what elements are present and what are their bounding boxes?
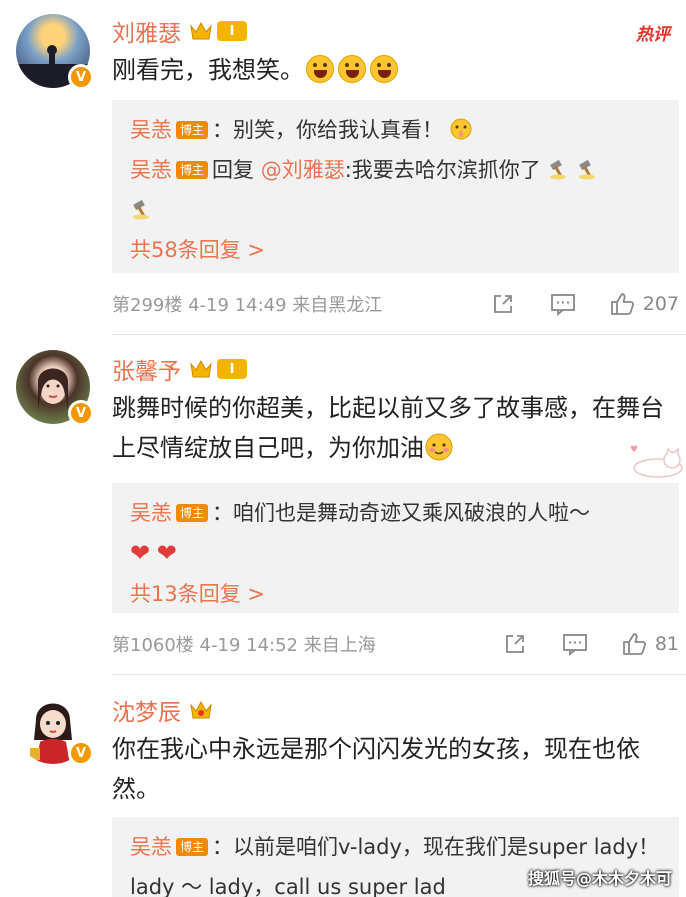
hot-comment-tag: 热评 [636,25,670,45]
floor-number: 第1060楼 [112,635,194,656]
laugh-emoji-icon [306,55,334,83]
gavel-emoji-icon [579,159,596,180]
level-badge: I [217,359,247,379]
comment-location: 来自上海 [303,635,376,656]
gavel-emoji-icon [550,159,567,180]
avatar[interactable]: V [16,690,94,766]
reply-user[interactable]: 吴恙 [130,118,172,142]
blogger-badge: 博主 [176,121,209,139]
blogger-badge: 博主 [176,838,209,856]
comment-date: 4-19 14:52 [199,635,298,656]
laugh-emoji-icon [370,55,398,83]
crown-icon [190,21,212,40]
like-icon [610,293,634,315]
divider [112,334,686,335]
reply-text: :我要去哈尔滨抓你了 [344,158,541,182]
verified-v-icon: V [68,64,94,90]
reply-word: 回复 [212,158,255,182]
reply-item[interactable]: 吴恙 博主 回复 @刘雅瑟:我要去哈尔滨抓你了 [130,150,661,230]
like-button[interactable]: 81 [621,631,679,657]
comment-text-body: 跳舞时候的你超美，比起以前又多了故事感，在舞台上尽情绽放自己吧，为你加油 [112,394,664,462]
reply-separator: ： [212,501,234,525]
verified-v-icon: V [68,740,94,766]
level-badge: I [217,21,247,41]
reply-text: 别笑，你给我认真看！ [233,118,444,142]
cat-sticker-icon: ♥ [630,445,683,478]
action-bar: 81 [469,630,679,658]
comment-icon[interactable] [549,290,577,318]
floor-number: 第299楼 [112,295,183,316]
like-count: 81 [654,633,679,655]
comment-text-body: 刚看完，我想笑。 [112,56,304,84]
comment-date: 4-19 14:49 [188,295,287,316]
reply-user[interactable]: 吴恙 [130,835,172,859]
mention-link[interactable]: @刘雅瑟 [261,158,345,182]
reply-box: 吴恙 博主 ：别笑，你给我认真看！ 吴恙 博主 回复 @刘雅瑟:我要去哈尔滨抓你了 共5… [112,100,679,273]
blogger-badge: 博主 [176,504,209,522]
laugh-emoji-icon [338,55,366,83]
comment-text: 你在我心中永远是那个闪闪发光的女孩，现在也依然。 [112,735,640,803]
svg-text:♥: ♥ [630,445,638,455]
blogger-badge: 博主 [176,161,209,179]
divider [112,674,686,675]
user-name[interactable]: 张馨予 [112,352,181,386]
comment-info: 第299楼 4-19 14:49 来自黑龙江 [112,291,457,317]
reply-box: 吴恙 博主 ：咱们也是舞动奇迹又乘风破浪的人啦～ ❤ ❤ 共13条回复 > [112,483,679,613]
avatar[interactable]: V [16,350,94,426]
comment-meta: 第1060楼 4-19 14:52 来自上海 81 [112,628,679,660]
comment-icon[interactable] [561,630,589,658]
shy-emoji-icon [425,433,453,461]
reply-separator: ： [212,118,234,142]
verified-v-icon: V [68,400,94,426]
user-name[interactable]: 沈梦辰 [112,693,181,727]
reply-separator: ： [212,835,234,859]
heart-emoji-icon: ❤ [130,539,151,567]
watermark: 搜狐号@木木夕木可 [527,869,672,888]
action-bar: 207 [457,290,679,318]
reply-user[interactable]: 吴恙 [130,501,172,525]
comment-location: 来自黑龙江 [292,295,383,316]
user-name[interactable]: 刘雅瑟 [112,14,181,48]
more-replies-link[interactable]: 共13条回复 > [130,574,661,614]
reply-item[interactable]: 吴恙 博主 ：别笑，你给我认真看！ [130,110,661,150]
crown-icon [190,359,212,378]
heart-emoji-icon: ❤ [156,539,177,567]
reply-item[interactable]: 吴恙 博主 ：咱们也是舞动奇迹又乘风破浪的人啦～ ❤ ❤ [130,493,661,574]
comment-info: 第1060楼 4-19 14:52 来自上海 [112,631,469,657]
comment-text: 跳舞时候的你超美，比起以前又多了故事感，在舞台上尽情绽放自己吧，为你加油 [112,388,672,468]
gavel-emoji-icon [133,199,149,220]
crown-icon [190,700,212,719]
reply-text: 咱们也是舞动奇迹又乘风破浪的人啦～ [233,501,591,525]
comment-meta: 第299楼 4-19 14:49 来自黑龙江 207 [112,288,679,320]
like-icon [622,633,646,655]
comment-text: 刚看完，我想笑。 [112,50,672,90]
more-replies-link[interactable]: 共58条回复 > [130,230,661,270]
share-icon[interactable] [489,290,517,318]
shush-emoji-icon [450,118,472,140]
avatar[interactable]: V [16,14,94,90]
reply-user[interactable]: 吴恙 [130,158,172,182]
share-icon[interactable] [501,630,529,658]
like-button[interactable]: 207 [609,291,679,317]
like-count: 207 [642,293,679,315]
